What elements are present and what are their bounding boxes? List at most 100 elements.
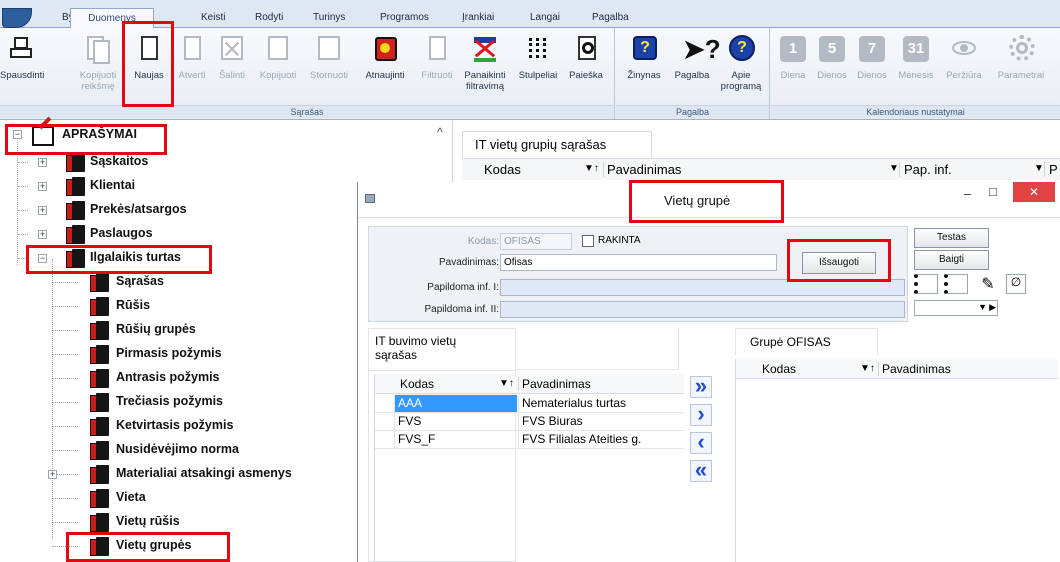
select-next-icon[interactable]: ▶ (989, 302, 996, 313)
maximize-button[interactable]: □ (989, 184, 997, 199)
columns-small-icon[interactable] (914, 274, 938, 294)
tab-rodyti[interactable]: Rodyti (255, 12, 283, 23)
expand-icon[interactable]: + (38, 158, 47, 167)
preview-button[interactable]: Peržiūra (941, 34, 987, 81)
close-button[interactable]: ✕ (1013, 182, 1055, 202)
move-right-button[interactable]: › (690, 403, 712, 426)
tree-child-item[interactable]: Sąrašas (52, 271, 382, 295)
pin-icon[interactable]: ✎ (976, 274, 1000, 294)
tree-item-label: Klientai (90, 178, 136, 192)
rakinta-checkbox[interactable] (582, 235, 594, 247)
dropdown-icon-2[interactable]: ▼ (1034, 163, 1044, 174)
tab-pagalba[interactable]: Pagalba (592, 12, 629, 23)
tab-keisti[interactable]: Keisti (201, 12, 225, 23)
expand-icon[interactable]: + (38, 182, 47, 191)
tree-item[interactable]: + Klientai (18, 175, 330, 199)
sort-icon[interactable]: ▼↑ (584, 163, 599, 174)
tree-child-label: Nusidėvėjimo norma (116, 442, 239, 456)
book-icon (66, 153, 86, 172)
columns-small-icon-2[interactable] (944, 274, 968, 294)
available-col-kodas[interactable]: Kodas (400, 377, 434, 391)
search-button[interactable]: Paieška (564, 34, 608, 81)
column-p[interactable]: P (1044, 162, 1058, 177)
tab-langai[interactable]: Langai (530, 12, 560, 23)
table-row[interactable]: FVS_F FVS Filialas Ateities g. (375, 431, 684, 449)
reverse-button[interactable]: Stornuoti (304, 34, 354, 81)
column-pavadinimas[interactable]: Pavadinimas (603, 162, 681, 177)
table-row[interactable]: AAA Nematerialus turtas (375, 395, 684, 413)
tree-child-item[interactable]: Antrasis požymis (52, 367, 382, 391)
tree-child-item[interactable]: Vieta (52, 487, 382, 511)
tree-child-item[interactable]: Pirmasis požymis (52, 343, 382, 367)
month-button[interactable]: 31 Mėnesis (893, 34, 939, 81)
move-all-right-button[interactable]: » (690, 375, 712, 398)
help-button[interactable]: ➤? Pagalba (670, 34, 721, 81)
tab-programos[interactable]: Programos (380, 12, 429, 23)
finish-button[interactable]: Baigti (914, 250, 989, 270)
tree-child-item[interactable]: Trečiasis požymis (52, 391, 382, 415)
tree-child-item[interactable]: Nusidėvėjimo norma (52, 439, 382, 463)
scroll-up-icon[interactable]: ^ (430, 125, 450, 139)
expand-icon[interactable]: + (38, 230, 47, 239)
expand-icon[interactable]: + (38, 206, 47, 215)
copy-button[interactable]: Kopijuoti (254, 34, 302, 81)
copy-value-button[interactable]: Kopijuoti reikšmę (78, 34, 118, 92)
filter-button[interactable]: Filtruoti (416, 34, 458, 81)
pavadinimas-field[interactable]: Ofisas (500, 254, 777, 271)
print-button[interactable]: Spausdinti (0, 34, 44, 81)
view-select[interactable]: ▼ ▶ (914, 300, 998, 316)
papildoma2-field[interactable] (500, 301, 905, 318)
available-sort-icon[interactable]: ▼↑ (499, 378, 514, 389)
list-tab[interactable]: IT vietų grupių sąrašas (462, 131, 652, 158)
column-pap-inf[interactable]: Pap. inf. (899, 162, 952, 177)
clear-filter-label: Panaikinti filtravimą (464, 70, 506, 92)
minimize-button[interactable]: – (964, 186, 971, 201)
tree-item[interactable]: + Prekės/atsargos (18, 199, 330, 223)
cell-pavadinimas: FVS Filialas Ateities g. (518, 431, 684, 448)
delete-button[interactable]: Šalinti (212, 34, 252, 81)
column-kodas[interactable]: Kodas (484, 162, 521, 177)
move-left-button[interactable]: ‹ (690, 431, 712, 454)
eye-icon (950, 34, 978, 64)
tree-item[interactable]: + Paslaugos (18, 223, 330, 247)
group-sort-icon[interactable]: ▼↑ (860, 363, 875, 374)
tree-child-item[interactable]: + Materialiai atsakingi asmenys (48, 463, 382, 487)
search-label: Paieška (569, 70, 603, 81)
parameters-button[interactable]: Parametrai (991, 34, 1051, 81)
group-list-tab[interactable]: Grupė OFISAS (735, 328, 878, 355)
table-row[interactable]: FVS FVS Biuras (375, 413, 684, 431)
about-button[interactable]: ? Apie programą (716, 34, 766, 92)
expand-icon[interactable]: + (48, 470, 57, 479)
group-col-pavadinimas[interactable]: Pavadinimas (878, 362, 951, 376)
days-7-button[interactable]: 7 Dienos (853, 34, 891, 81)
book-icon (66, 225, 86, 244)
select-arrow-icon[interactable]: ▼ (978, 302, 987, 312)
group-col-kodas[interactable]: Kodas (762, 362, 796, 376)
calendar-5-icon: 5 (818, 34, 846, 64)
days-5-button[interactable]: 5 Dienos (813, 34, 851, 81)
refresh-button[interactable]: Atnaujinti (356, 34, 414, 81)
tree-child-label: Vieta (116, 490, 146, 504)
clear-filter-button[interactable]: Panaikinti filtravimą (458, 34, 512, 92)
move-all-left-button[interactable]: « (690, 459, 712, 482)
available-col-pavadinimas[interactable]: Pavadinimas (518, 377, 591, 391)
available-list-tab[interactable]: IT buvimo vietų sąrašas (369, 329, 517, 371)
test-button[interactable]: Testas (914, 228, 989, 248)
tree-item-label: Prekės/atsargos (90, 202, 187, 216)
tree-child-item[interactable]: Rūšis (52, 295, 382, 319)
tab-turinys[interactable]: Turinys (313, 12, 345, 23)
attachment-icon[interactable]: ∅ (1006, 274, 1026, 294)
tree-child-item[interactable]: Ketvirtasis požymis (52, 415, 382, 439)
directory-button[interactable]: ? Žinynas (620, 34, 668, 81)
dropdown-icon[interactable]: ▼ (889, 163, 899, 174)
kodas-field[interactable]: OFISAS (500, 233, 572, 250)
tab-irankiai[interactable]: Įrankiai (462, 12, 494, 23)
tree-child-item[interactable]: Rūšių grupės (52, 319, 382, 343)
day-button[interactable]: 1 Diena (775, 34, 811, 81)
open-button[interactable]: Atverti (174, 34, 210, 81)
book-icon (90, 321, 110, 340)
app-logo-icon[interactable] (2, 8, 32, 28)
title-bar (0, 0, 1060, 8)
columns-button[interactable]: Stulpeliai (512, 34, 564, 81)
filter-icon (423, 34, 451, 64)
